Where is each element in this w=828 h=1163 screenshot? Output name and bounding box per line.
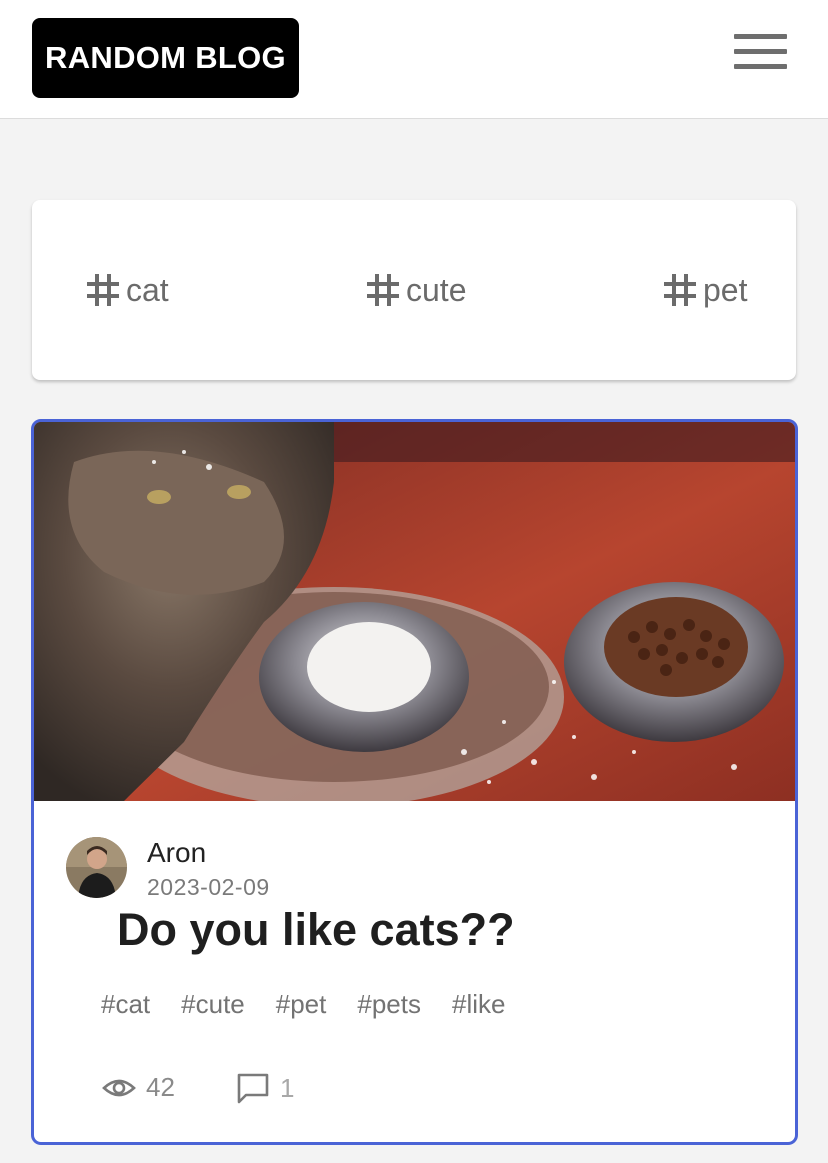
blog-logo[interactable]: RANDOM BLOG xyxy=(32,18,299,98)
tag-link-pet[interactable]: pet xyxy=(663,268,747,312)
post-date: 2023-02-09 xyxy=(147,874,270,900)
post-tag[interactable]: #pets xyxy=(357,989,421,1020)
top-navbar: RANDOM BLOG xyxy=(0,0,828,119)
post-tag[interactable]: #pet xyxy=(276,989,327,1020)
hash-icon xyxy=(664,274,696,306)
post-tag[interactable]: #cat xyxy=(101,989,150,1020)
hamburger-menu-icon[interactable] xyxy=(732,32,790,74)
comment-icon xyxy=(237,1073,269,1104)
hash-icon xyxy=(367,274,399,306)
comments-count: 1 xyxy=(280,1072,295,1103)
tag-link-cute[interactable]: cute xyxy=(366,268,466,312)
author-avatar[interactable] xyxy=(66,837,127,898)
author-name[interactable]: Aron xyxy=(147,837,206,869)
tag-label: pet xyxy=(703,271,748,308)
post-cover-image xyxy=(34,422,795,801)
eye-icon xyxy=(102,1079,136,1096)
post-title[interactable]: Do you like cats?? xyxy=(117,904,515,956)
post-tag[interactable]: #cute xyxy=(181,989,245,1020)
hash-icon xyxy=(87,274,119,306)
comments-stat[interactable]: 1 xyxy=(236,1072,294,1104)
tag-label: cute xyxy=(406,271,467,308)
post-card[interactable]: Aron 2023-02-09 Do you like cats?? #cat … xyxy=(31,419,798,1145)
post-tag[interactable]: #like xyxy=(452,989,505,1020)
post-tags: #cat #cute #pet #pets #like xyxy=(101,989,505,1020)
tag-label: cat xyxy=(126,271,169,308)
views-count: 42 xyxy=(146,1072,175,1102)
views-stat: 42 xyxy=(102,1072,175,1103)
tag-link-cat[interactable]: cat xyxy=(86,268,169,312)
avatar-image xyxy=(66,837,127,898)
